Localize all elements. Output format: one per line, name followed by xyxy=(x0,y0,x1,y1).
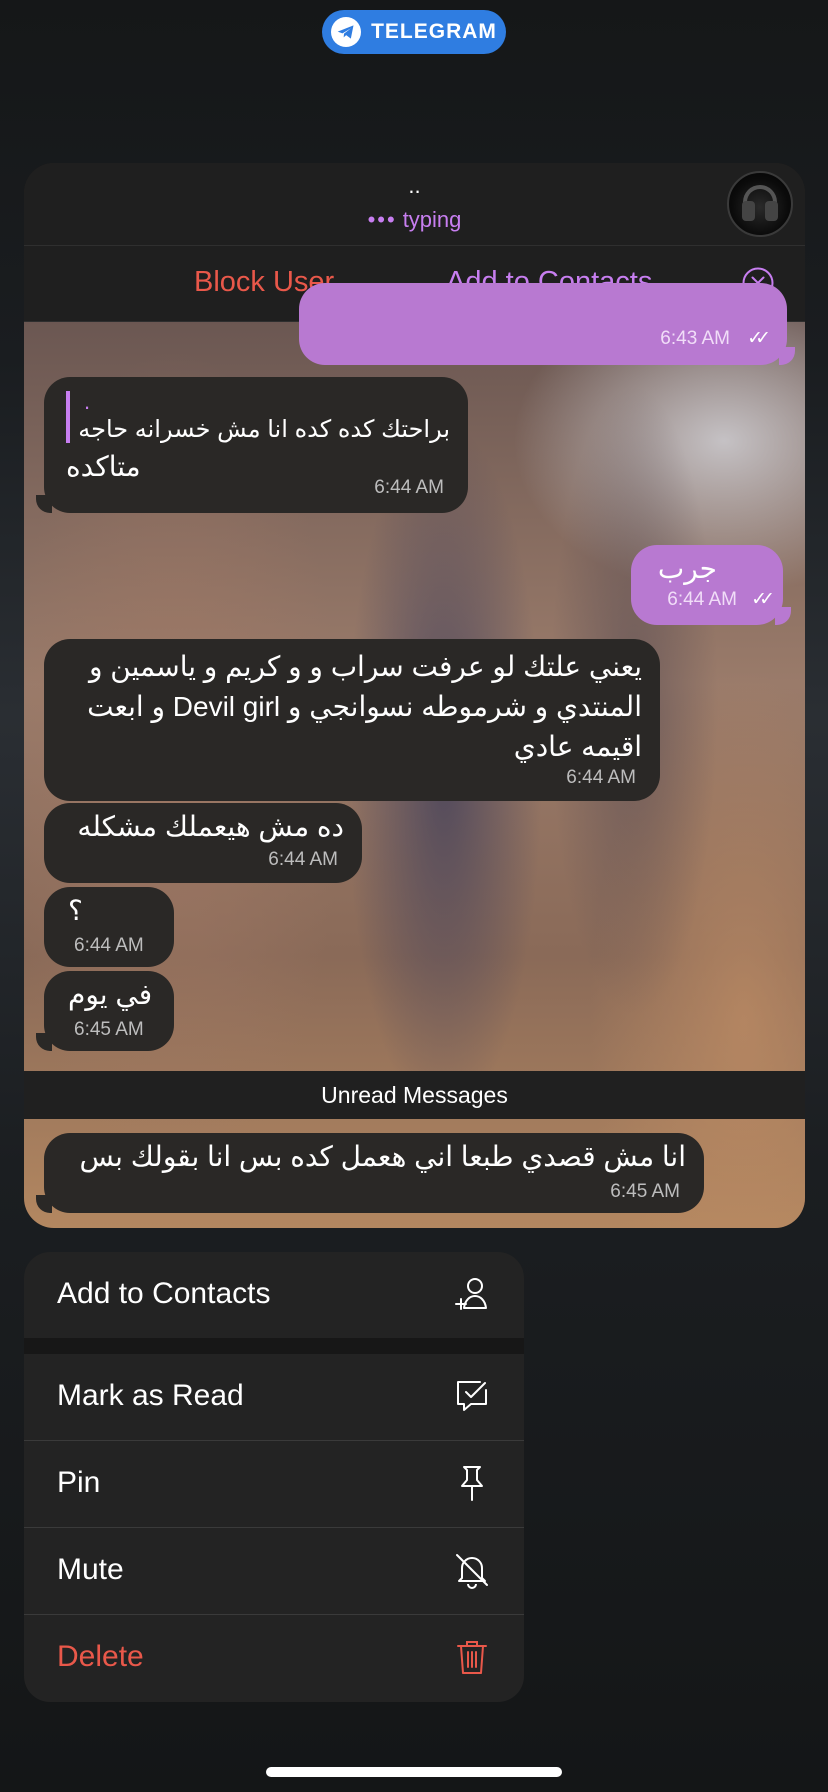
message-time: 6:45 AM xyxy=(610,1181,680,1202)
message-text-line: يعني علتك لو عرفت سراب و و كريم و ياسمين… xyxy=(88,651,642,682)
telegram-badge[interactable]: TELEGRAM xyxy=(322,10,506,54)
message-time: 6:44 AM xyxy=(268,849,338,870)
chat-header[interactable]: .. ••• typing xyxy=(24,163,805,246)
double-check-icon: ✓✓ xyxy=(751,589,775,610)
message-time: 6:44 AM xyxy=(566,767,636,788)
unread-messages-divider: Unread Messages xyxy=(24,1071,805,1119)
menu-item-mute[interactable]: Mute xyxy=(24,1528,524,1614)
message-text: جرب xyxy=(657,553,717,584)
message-bubble-out[interactable]: 6:43 AM ✓✓ xyxy=(299,283,787,365)
message-time: 6:44 AM xyxy=(667,589,737,610)
message-text: انا مش قصدي طبعا اني هعمل كده بس انا بقو… xyxy=(79,1141,686,1172)
menu-item-delete[interactable]: Delete xyxy=(24,1615,524,1701)
menu-item-label: Mark as Read xyxy=(57,1379,244,1412)
mark-read-icon xyxy=(457,1381,487,1411)
message-text: ؟ xyxy=(68,895,83,926)
typing-label: typing xyxy=(402,207,462,232)
menu-item-pin[interactable]: Pin xyxy=(24,1441,524,1527)
pin-icon xyxy=(461,1466,483,1501)
add-contact-icon xyxy=(455,1278,487,1310)
typing-status: ••• typing xyxy=(24,207,805,233)
reply-text: براحتك كده كده انا مش خسرانه حاجه xyxy=(78,416,450,443)
chat-title: .. xyxy=(408,173,421,198)
message-text: في يوم xyxy=(68,979,153,1010)
avatar[interactable] xyxy=(727,171,793,237)
double-check-icon: ✓✓ xyxy=(747,328,771,349)
message-bubble-in[interactable]: في يوم 6:45 AM xyxy=(44,971,174,1051)
menu-item-label: Pin xyxy=(57,1466,101,1499)
reply-title: . xyxy=(84,389,91,414)
trash-icon xyxy=(457,1641,487,1674)
telegram-plane-icon xyxy=(331,17,362,47)
message-time: 6:44 AM xyxy=(74,935,144,956)
context-menu: Add to Contacts Mark as Read Pin Mute De… xyxy=(24,1252,524,1702)
menu-item-add-to-contacts[interactable]: Add to Contacts xyxy=(24,1252,524,1338)
message-time: 6:44 AM xyxy=(374,477,444,498)
menu-item-label: Mute xyxy=(57,1553,124,1586)
message-time: 6:45 AM xyxy=(74,1019,144,1040)
message-bubble-in[interactable]: . براحتك كده كده انا مش خسرانه حاجه متاك… xyxy=(44,377,468,513)
message-bubble-in[interactable]: يعني علتك لو عرفت سراب و و كريم و ياسمين… xyxy=(44,639,660,801)
home-indicator[interactable] xyxy=(266,1767,562,1777)
typing-dots-icon: ••• xyxy=(367,207,397,232)
menu-item-label: Add to Contacts xyxy=(57,1277,271,1310)
message-text: ده مش هيعملك مشكله xyxy=(77,811,344,842)
menu-item-mark-as-read[interactable]: Mark as Read xyxy=(24,1354,524,1440)
message-time: 6:43 AM xyxy=(660,328,730,349)
menu-item-label: Delete xyxy=(57,1640,144,1673)
message-bubble-out[interactable]: جرب 6:44 AM ✓✓ xyxy=(631,545,783,625)
message-text: متاكده xyxy=(66,451,141,482)
chat-preview-card[interactable]: .. ••• typing Block User Add to Contacts … xyxy=(24,163,805,1228)
message-text-line: اقيمه عادي xyxy=(513,731,642,762)
message-bubble-in[interactable]: ؟ 6:44 AM xyxy=(44,887,174,967)
message-text-line: المنتدي و شرموطه نسوانجي و Devil girl و … xyxy=(87,691,642,722)
app-badge-label: TELEGRAM xyxy=(371,20,497,43)
message-bubble-in[interactable]: ده مش هيعملك مشكله 6:44 AM xyxy=(44,803,362,883)
reply-quote[interactable]: . براحتك كده كده انا مش خسرانه حاجه xyxy=(66,389,450,443)
mute-bell-icon xyxy=(456,1554,488,1589)
message-bubble-in[interactable]: انا مش قصدي طبعا اني هعمل كده بس انا بقو… xyxy=(44,1133,704,1213)
